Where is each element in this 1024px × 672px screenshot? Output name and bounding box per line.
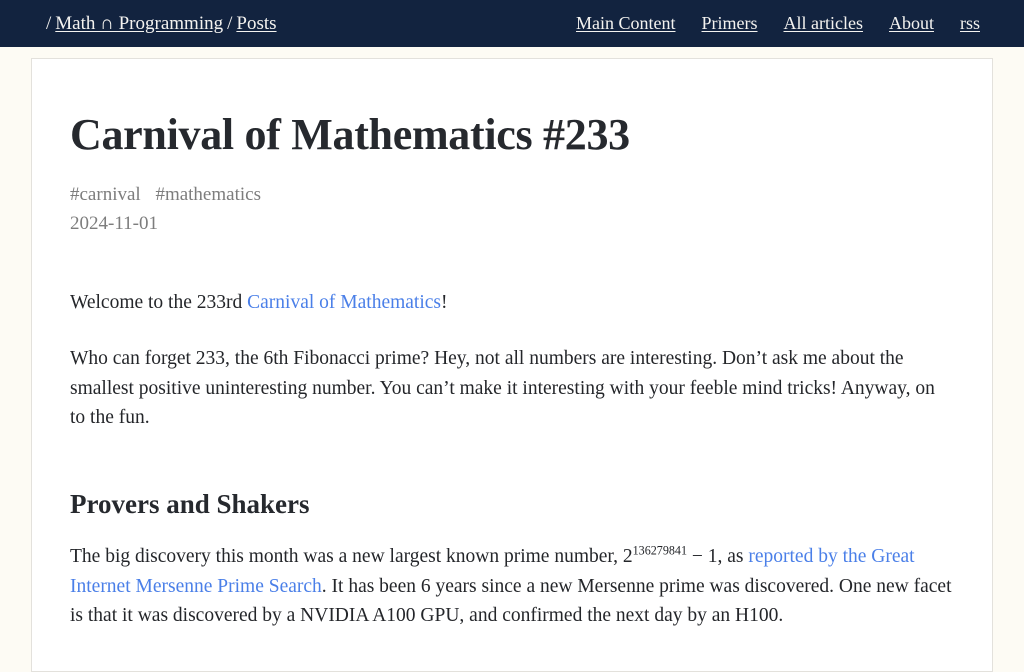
nav-link-all-articles[interactable]: All articles — [784, 13, 863, 34]
tag-carnival[interactable]: #carnival — [70, 184, 141, 205]
breadcrumb-link-posts[interactable]: Posts — [236, 13, 276, 35]
breadcrumb-leading-slash: / — [46, 12, 52, 34]
paragraph-intro: Who can forget 233, the 6th Fibonacci pr… — [70, 348, 935, 429]
welcome-text-before: Welcome to the 233rd — [70, 292, 248, 314]
nav-link-primers[interactable]: Primers — [702, 13, 758, 34]
paragraph-provers: The big discovery this month was a new l… — [70, 542, 954, 631]
provers-text-part1: The big discovery this month was a new l… — [70, 545, 623, 567]
tag-list: #carnival #mathematics — [70, 181, 954, 210]
breadcrumb: / Math ∩ Programming / Posts — [42, 13, 277, 35]
post-date: 2024-11-01 — [70, 212, 158, 234]
section-heading-provers-and-shakers: Provers and Shakers — [70, 488, 310, 519]
primary-nav-links: Main Content Primers All articles About … — [576, 13, 980, 34]
paragraph-welcome: Welcome to the 233rd Carnival of Mathema… — [70, 288, 954, 318]
post-meta: #carnival #mathematics 2024-11-01 — [70, 181, 954, 238]
math-tail: − 1 — [686, 545, 718, 567]
welcome-text-after: ! — [441, 292, 448, 314]
nav-link-main-content[interactable]: Main Content — [576, 13, 676, 34]
tag-mathematics[interactable]: #mathematics — [155, 184, 261, 205]
top-navigation-bar: / Math ∩ Programming / Posts Main Conten… — [0, 0, 1024, 47]
nav-link-rss[interactable]: rss — [960, 13, 980, 34]
math-base: 2 — [622, 545, 633, 567]
link-carnival-of-mathematics[interactable]: Carnival of Mathematics — [247, 292, 441, 313]
page-title: Carnival of Mathematics #233 — [70, 110, 630, 159]
breadcrumb-link-site[interactable]: Math ∩ Programming — [55, 13, 223, 35]
nav-link-about[interactable]: About — [889, 13, 934, 34]
provers-text-part2: , as — [717, 545, 749, 567]
math-expression-mersenne-prime: 2136279841 − 1 — [622, 543, 718, 567]
breadcrumb-separator: / — [227, 12, 233, 34]
math-exponent: 136279841 — [632, 543, 687, 558]
article-card: Carnival of Mathematics #233 #carnival #… — [31, 58, 993, 672]
